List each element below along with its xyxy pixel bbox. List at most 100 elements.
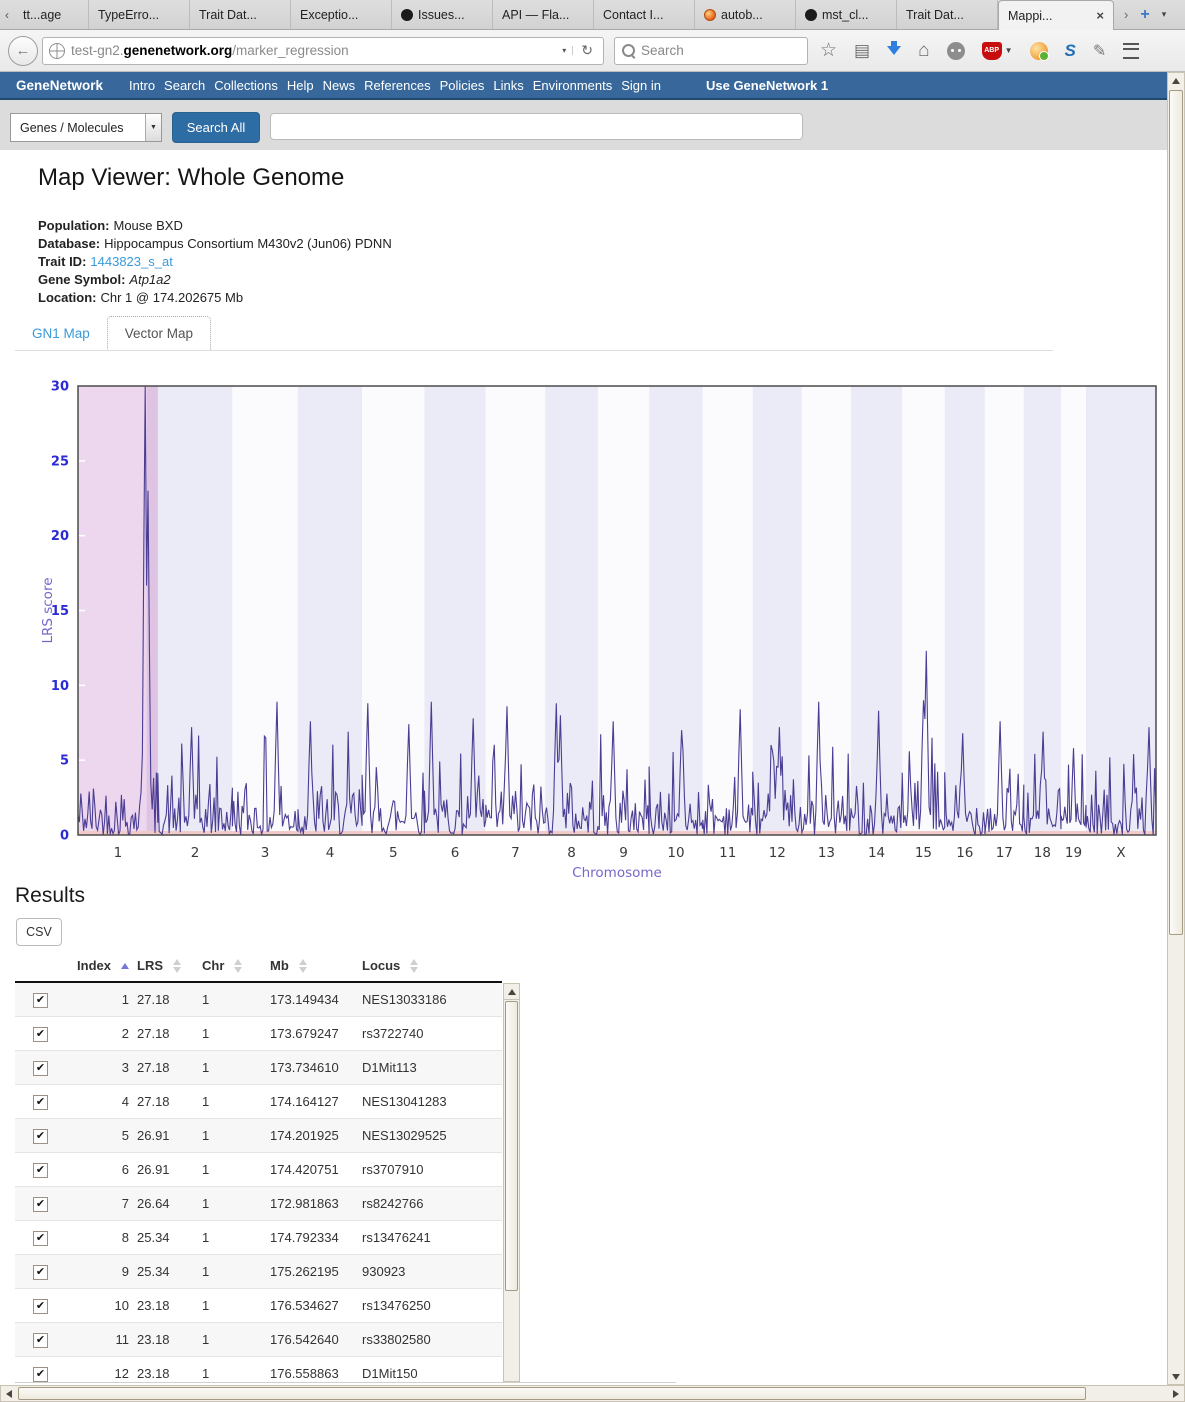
url-bar[interactable]: test-gn2.genenetwork.org/marker_regressi… [42, 37, 604, 65]
adblock-plus-icon[interactable]: ABP▼ [982, 42, 1013, 60]
reload-icon[interactable]: ↻ [573, 42, 597, 59]
browser-tab[interactable]: Trait Dat... [190, 0, 291, 29]
gn-search-row: Genes / Molecules ▼ Search All [0, 100, 1185, 150]
browser-tab[interactable]: Issues... [392, 0, 493, 29]
tab-scroll-right-icon[interactable]: › [1124, 7, 1128, 22]
tab-list-dropdown-icon[interactable]: ▾ [1162, 9, 1167, 20]
chat-extension-icon[interactable] [947, 42, 965, 60]
row-checkbox[interactable]: ✔ [33, 1163, 48, 1178]
url-history-dropdown-icon[interactable]: ▾ [556, 46, 573, 55]
browser-tab[interactable]: mst_cl... [796, 0, 897, 29]
page-scroll-left-button[interactable] [1, 1386, 16, 1401]
column-header[interactable]: Chr [198, 950, 266, 982]
nav-item-intro[interactable]: Intro [129, 78, 155, 93]
downloads-icon[interactable] [887, 46, 901, 55]
page-hscrollbar-thumb[interactable] [18, 1387, 1086, 1400]
chromosome-band-4 [298, 386, 362, 835]
browser-tab[interactable]: autob... [695, 0, 796, 29]
page-vertical-scrollbar[interactable] [1167, 72, 1185, 1385]
page-vscrollbar-thumb[interactable] [1169, 90, 1183, 935]
bookmarks-sidebar-icon[interactable]: ▤ [854, 42, 870, 59]
browser-tab[interactable]: tt...age [14, 0, 89, 29]
compose-icon[interactable]: ✎ [1093, 41, 1106, 61]
browser-tab[interactable]: API — Fla... [493, 0, 594, 29]
nav-item-sign-in[interactable]: Sign in [621, 78, 661, 93]
tab-scroll-left-icon[interactable]: ‹ [0, 0, 14, 29]
new-tab-button[interactable]: + [1140, 6, 1149, 24]
cell-chr: 1 [198, 1221, 266, 1255]
gn-brand[interactable]: GeneNetwork [16, 78, 103, 93]
cell-chr: 1 [198, 1119, 266, 1153]
row-checkbox[interactable]: ✔ [33, 1333, 48, 1348]
cell-locus: rs3707910 [358, 1153, 502, 1187]
chromosome-band-10 [649, 386, 703, 835]
row-checkbox[interactable]: ✔ [33, 1027, 48, 1042]
home-icon[interactable]: ⌂ [918, 41, 929, 60]
cell-chr: 1 [198, 1017, 266, 1051]
browser-tab[interactable]: Mappi... × [998, 0, 1114, 30]
extension-s-icon[interactable]: S [1065, 41, 1076, 61]
nav-item-environments[interactable]: Environments [533, 78, 612, 93]
cell-mb: 174.420751 [266, 1153, 358, 1187]
browser-tab[interactable]: Trait Dat... [897, 0, 998, 29]
menu-hamburger-icon[interactable] [1123, 43, 1139, 59]
use-genenetwork1-link[interactable]: Use GeneNetwork 1 [706, 78, 828, 93]
back-button[interactable]: ← [8, 36, 38, 66]
nav-item-collections[interactable]: Collections [214, 78, 278, 93]
row-checkbox[interactable]: ✔ [33, 1367, 48, 1382]
table-scroll-up-button[interactable] [504, 984, 519, 1000]
extension-orange-icon[interactable] [1030, 42, 1048, 60]
column-header[interactable]: Index [60, 950, 133, 982]
search-all-button[interactable]: Search All [172, 112, 260, 143]
row-checkbox[interactable]: ✔ [33, 1197, 48, 1212]
table-scrollbar-thumb[interactable] [505, 1001, 518, 1291]
row-checkbox[interactable]: ✔ [33, 1299, 48, 1314]
cell-mb: 173.679247 [266, 1017, 358, 1051]
browser-tab[interactable]: TypeErro... [89, 0, 190, 29]
nav-item-search[interactable]: Search [164, 78, 205, 93]
nav-item-policies[interactable]: Policies [440, 78, 485, 93]
row-checkbox[interactable]: ✔ [33, 1061, 48, 1076]
cell-locus: NES13029525 [358, 1119, 502, 1153]
map-tab-gn1-map[interactable]: GN1 Map [15, 317, 107, 349]
site-identity-icon[interactable] [49, 43, 65, 59]
browser-search-field[interactable]: Search [614, 37, 808, 65]
page-scroll-down-button[interactable] [1168, 1369, 1184, 1384]
y-tick-label: 5 [60, 754, 69, 769]
page-horizontal-scrollbar[interactable] [0, 1385, 1185, 1402]
row-checkbox[interactable]: ✔ [33, 1265, 48, 1280]
page-scroll-up-button[interactable] [1168, 73, 1184, 88]
table-scrollbar[interactable] [503, 983, 520, 1382]
map-tab-vector-map[interactable]: Vector Map [107, 316, 211, 350]
column-header[interactable]: Locus [358, 950, 502, 982]
trait-id-link[interactable]: 1443823_s_at [90, 254, 172, 269]
bookmark-star-icon[interactable]: ☆ [820, 41, 837, 60]
row-checkbox[interactable]: ✔ [33, 1095, 48, 1110]
chevron-down-icon[interactable]: ▼ [145, 114, 161, 141]
browser-tab[interactable]: Exceptio... [291, 0, 392, 29]
nav-item-help[interactable]: Help [287, 78, 314, 93]
column-header[interactable]: Mb [266, 950, 358, 982]
close-icon[interactable]: × [1096, 8, 1104, 23]
page-scroll-right-button[interactable] [1168, 1386, 1184, 1401]
cell-index: 9 [60, 1255, 133, 1289]
browser-tab[interactable]: Contact I... [594, 0, 695, 29]
column-header[interactable]: LRS [133, 950, 198, 982]
x-tick-label-chr3: 3 [261, 845, 270, 861]
row-checkbox[interactable]: ✔ [33, 1231, 48, 1246]
row-checkbox[interactable]: ✔ [33, 1129, 48, 1144]
table-row: ✔ 1 27.18 1 173.149434 NES13033186 [15, 982, 502, 1017]
y-tick-label: 25 [51, 454, 69, 469]
row-checkbox[interactable]: ✔ [33, 993, 48, 1008]
cell-chr: 1 [198, 982, 266, 1017]
nav-item-links[interactable]: Links [493, 78, 523, 93]
chromosome-band-11 [703, 386, 753, 835]
nav-item-news[interactable]: News [323, 78, 356, 93]
csv-export-button[interactable]: CSV [16, 918, 62, 946]
meta-value: Atp1a2 [129, 272, 170, 287]
browser-tab-label: Trait Dat... [906, 8, 964, 22]
gn-search-input[interactable] [270, 113, 803, 140]
cell-lrs: 25.34 [133, 1255, 198, 1289]
search-category-select[interactable]: Genes / Molecules ▼ [10, 113, 162, 142]
nav-item-references[interactable]: References [364, 78, 430, 93]
